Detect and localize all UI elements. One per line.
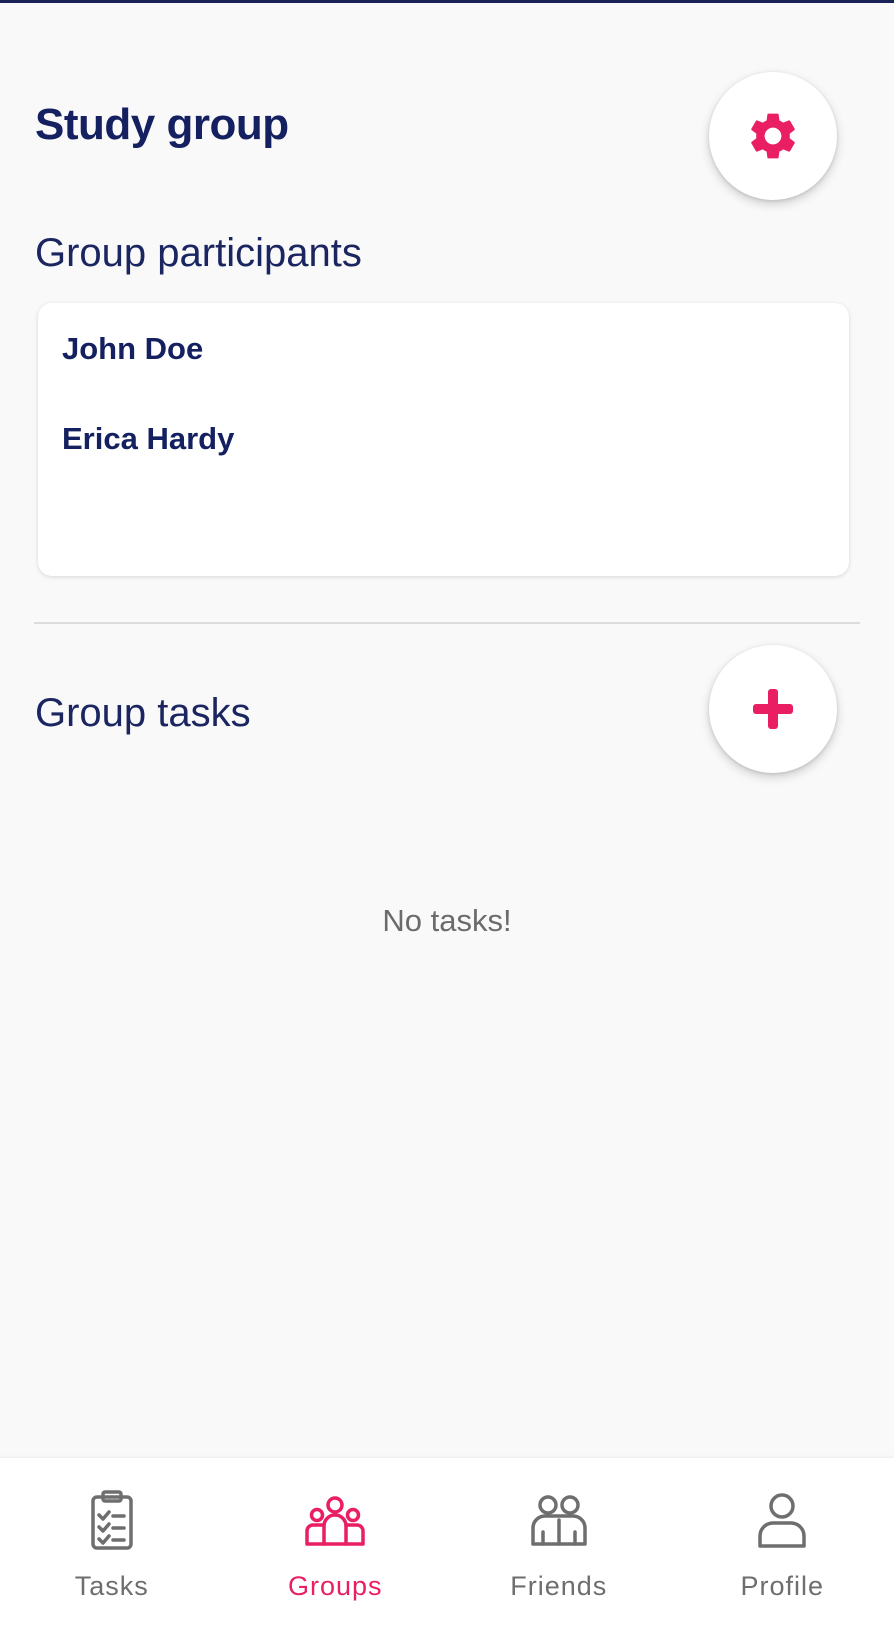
nav-item-profile[interactable]: Profile [671,1458,894,1628]
tasks-section-title: Group tasks [35,691,251,735]
bottom-navigation: Tasks Groups Friends Profile [0,1458,894,1628]
clipboard-checklist-icon [91,1490,133,1550]
section-divider [34,622,860,624]
gear-icon [751,113,795,159]
nav-item-tasks[interactable]: Tasks [0,1458,224,1628]
empty-tasks-message: No tasks! [382,903,512,938]
nav-label-profile: Profile [740,1571,825,1601]
nav-label-groups: Groups [287,1571,383,1601]
plus-icon [753,689,793,729]
participants-section-title: Group participants [35,231,362,275]
friends-icon [531,1495,587,1546]
nav-item-friends[interactable]: Friends [447,1458,671,1628]
page-title: Study group [35,100,289,149]
participants-card: John Doe Erica Hardy [38,303,849,576]
app-screen: Study group Group participants John Doe … [0,0,894,1628]
participant-item[interactable]: Erica Hardy [62,419,825,509]
settings-button[interactable] [709,72,837,200]
nav-label-friends: Friends [510,1571,608,1601]
group-icon [305,1496,365,1546]
nav-item-groups[interactable]: Groups [224,1458,448,1628]
add-task-button[interactable] [709,645,837,773]
profile-icon [758,1493,806,1548]
participant-item[interactable]: John Doe [62,329,825,419]
nav-label-tasks: Tasks [74,1571,149,1601]
